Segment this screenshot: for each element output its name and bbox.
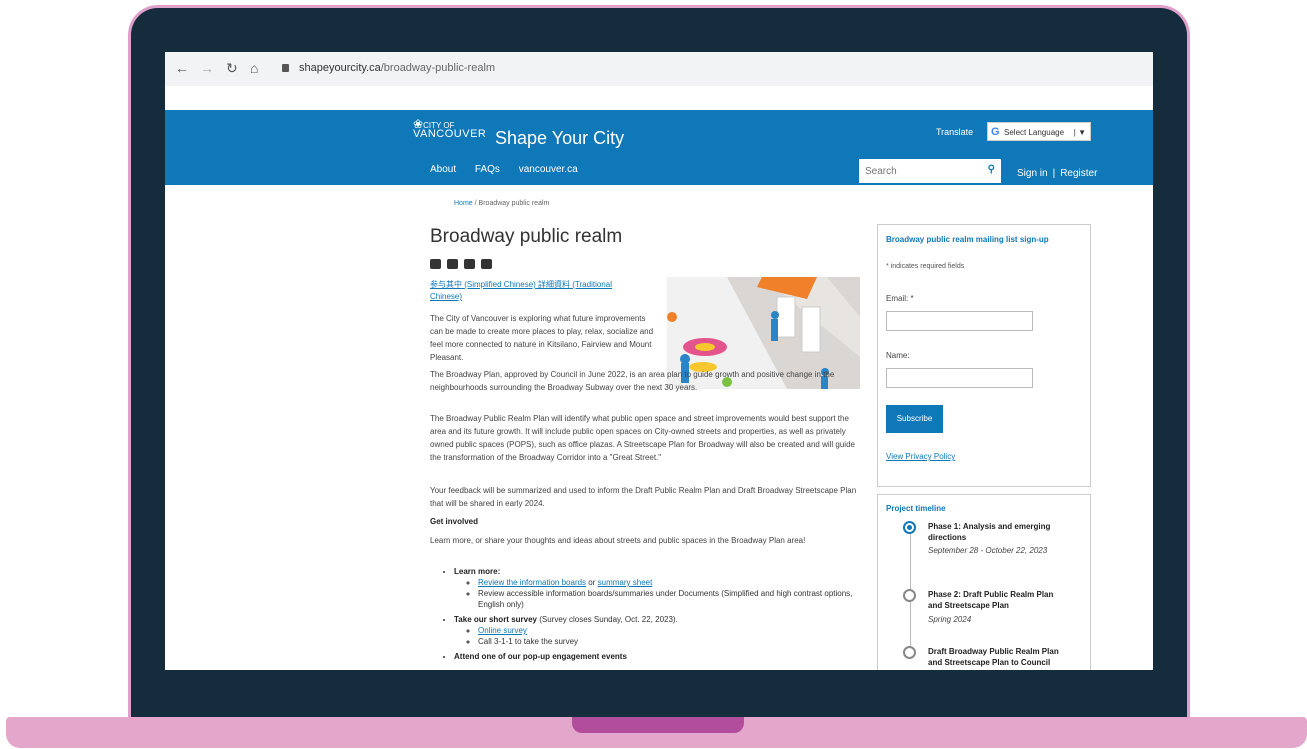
reload-icon[interactable]: ↻ xyxy=(226,60,238,77)
realm-plan-paragraph: The Broadway Public Realm Plan will iden… xyxy=(430,414,855,462)
nav-faqs[interactable]: FAQs xyxy=(475,164,500,175)
auth-separator: | xyxy=(1052,168,1056,179)
list-item: Learn more: Review the information board… xyxy=(454,566,874,610)
get-involved-heading: Get involved xyxy=(430,517,479,526)
lock-icon xyxy=(282,64,289,72)
breadcrumb-sep: / xyxy=(474,200,477,207)
breadcrumb-current: Broadway public realm xyxy=(478,200,550,207)
search-icon[interactable]: ⚲ xyxy=(988,164,995,175)
list-item: Review accessible information boards/sum… xyxy=(478,588,874,610)
linkedin-icon[interactable] xyxy=(464,259,475,269)
register-link[interactable]: Register xyxy=(1060,168,1097,179)
timeline-date: September 28 - October 22, 2023 xyxy=(928,546,1048,555)
timeline-dot xyxy=(903,646,916,659)
summary-sheet-link[interactable]: summary sheet xyxy=(598,578,653,587)
list-item: Call 3-1-1 to take the survey xyxy=(478,636,874,647)
email-icon[interactable] xyxy=(481,259,492,269)
subscribe-button[interactable]: Subscribe xyxy=(886,405,943,433)
translation-link[interactable]: 参与其中 (Simplified Chinese) 詳細資料 (Traditio… xyxy=(430,279,630,303)
browser-toolbar: ← → ↻ ⌂ shapeyourcity.ca/broadway-public… xyxy=(165,52,1153,86)
home-icon[interactable]: ⌂ xyxy=(250,60,258,76)
timeline-title: Project timeline xyxy=(886,504,946,513)
page-title: Broadway public realm xyxy=(430,226,623,247)
timeline-phase: Phase 1: Analysis and emerging direction… xyxy=(928,522,1051,542)
facebook-icon[interactable] xyxy=(430,259,441,269)
list-item: Review the information boards or summary… xyxy=(478,577,874,588)
language-select[interactable]: G Select Language | ▼ xyxy=(987,122,1091,141)
timeline-phase: Draft Broadway Public Realm Plan and Str… xyxy=(928,647,1059,667)
online-survey-link[interactable]: Online survey xyxy=(478,626,527,635)
site-header: ❀CITY OF VANCOUVER Shape Your City Trans… xyxy=(165,110,1153,185)
list-item: Take our short survey (Survey closes Sun… xyxy=(454,614,874,647)
email-field[interactable] xyxy=(886,311,1033,331)
nav-about[interactable]: About xyxy=(430,164,456,175)
mailing-list-panel: Broadway public realm mailing list sign-… xyxy=(877,224,1091,487)
project-timeline: Project timeline Phase 1: Analysis and e… xyxy=(877,494,1091,670)
email-label: Email: * xyxy=(886,294,914,303)
auth-links: Sign in | Register xyxy=(1017,168,1097,179)
required-note: * indicates required fields xyxy=(886,263,965,270)
search-box: ⚲ xyxy=(859,159,1001,183)
nav-vancouver[interactable]: vancouver.ca xyxy=(519,164,578,175)
name-label: Name: xyxy=(886,351,910,360)
signin-link[interactable]: Sign in xyxy=(1017,168,1048,179)
city-logo[interactable]: ❀CITY OF VANCOUVER xyxy=(413,118,486,140)
twitter-icon[interactable] xyxy=(447,259,458,269)
privacy-policy-link[interactable]: View Privacy Policy xyxy=(886,452,955,461)
feedback-paragraph: Your feedback will be summarized and use… xyxy=(430,486,857,508)
intro-paragraph: The City of Vancouver is exploring what … xyxy=(430,314,654,362)
search-input[interactable] xyxy=(859,159,977,183)
laptop-screen: ← → ↻ ⌂ shapeyourcity.ca/broadway-public… xyxy=(165,52,1153,670)
plan-paragraph: The Broadway Plan, approved by Council i… xyxy=(430,370,835,392)
mailing-list-title: Broadway public realm mailing list sign-… xyxy=(886,235,1049,244)
share-icons xyxy=(430,259,498,272)
info-boards-link[interactable]: Review the information boards xyxy=(478,578,586,587)
dropdown-arrow-icon: | ▼ xyxy=(1073,128,1086,137)
timeline-dot-active xyxy=(903,521,916,534)
site-title[interactable]: Shape Your City xyxy=(495,128,624,149)
breadcrumb: Home / Broadway public realm xyxy=(454,200,549,207)
timeline-phase: Phase 2: Draft Public Realm Plan and Str… xyxy=(928,590,1054,610)
back-icon[interactable]: ← xyxy=(175,60,189,76)
get-involved-intro: Learn more, or share your thoughts and i… xyxy=(430,536,806,545)
list-item: Attend one of our pop-up engagement even… xyxy=(454,651,874,662)
address-bar[interactable]: shapeyourcity.ca/broadway-public-realm xyxy=(275,58,1145,80)
laptop-notch xyxy=(572,717,744,733)
page-top-strip xyxy=(165,86,1153,110)
list-item: Online survey xyxy=(478,625,874,636)
forward-icon[interactable]: → xyxy=(200,60,214,76)
google-icon: G xyxy=(991,126,1000,138)
timeline-dot xyxy=(903,589,916,602)
breadcrumb-home[interactable]: Home xyxy=(454,200,473,207)
timeline-date: Spring 2024 xyxy=(928,615,972,624)
translate-label: Translate xyxy=(936,127,974,137)
name-field[interactable] xyxy=(886,368,1033,388)
url-text: shapeyourcity.ca/broadway-public-realm xyxy=(299,62,496,74)
main-nav: About FAQs vancouver.ca xyxy=(430,164,594,175)
involvement-list: Learn more: Review the information board… xyxy=(430,566,874,666)
